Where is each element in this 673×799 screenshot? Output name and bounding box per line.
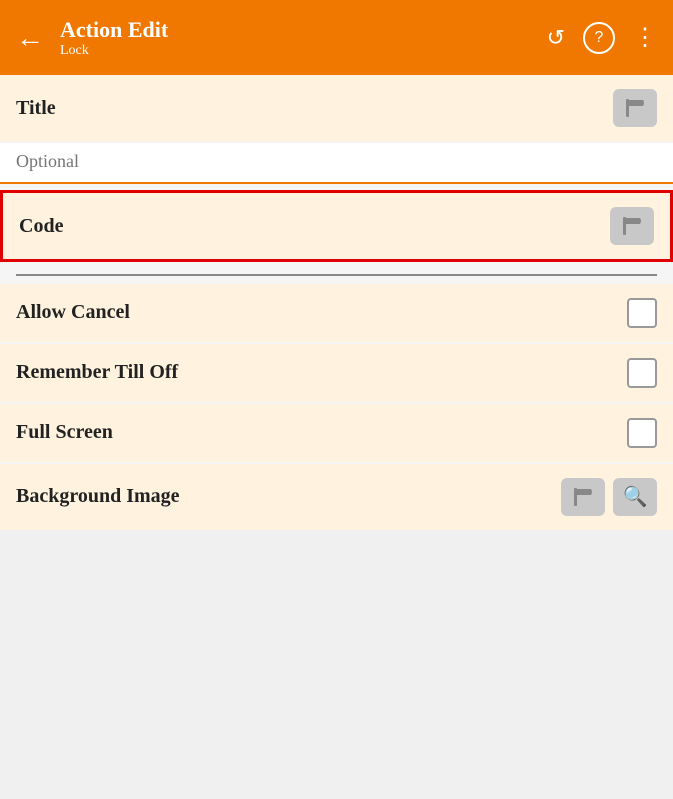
main-content: Title Code Allow Cancel Remember Till Of…: [0, 75, 673, 530]
flag-icon: [572, 487, 594, 507]
allow-cancel-label: Allow Cancel: [16, 301, 130, 324]
remember-till-off-label: Remember Till Off: [16, 361, 178, 384]
help-icon[interactable]: ?: [583, 22, 615, 54]
code-flag-button[interactable]: [610, 207, 654, 245]
title-field-row: Title: [0, 75, 673, 141]
full-screen-label: Full Screen: [16, 421, 113, 444]
allow-cancel-row: Allow Cancel: [0, 284, 673, 342]
page-subtitle: Lock: [60, 43, 535, 59]
flag-icon: [621, 216, 643, 236]
optional-input[interactable]: [16, 151, 657, 172]
flag-icon: [624, 98, 646, 118]
allow-cancel-checkbox[interactable]: [627, 298, 657, 328]
remember-till-off-row: Remember Till Off: [0, 344, 673, 402]
code-field-label: Code: [19, 215, 63, 238]
page-title: Action Edit: [60, 17, 535, 43]
full-screen-checkbox[interactable]: [627, 418, 657, 448]
header-title-group: Action Edit Lock: [60, 17, 535, 59]
background-image-label: Background Image: [16, 485, 180, 508]
reset-icon[interactable]: ↺: [547, 25, 565, 51]
background-image-actions: 🔍: [561, 478, 657, 516]
header-actions: ↺ ? ⋮: [547, 22, 657, 54]
search-icon: 🔍: [623, 484, 648, 509]
title-field-label: Title: [16, 97, 56, 120]
title-flag-button[interactable]: [613, 89, 657, 127]
optional-input-row[interactable]: [0, 143, 673, 184]
section-divider: [16, 274, 657, 276]
code-field-row: Code: [0, 190, 673, 262]
background-image-row: Background Image 🔍: [0, 464, 673, 530]
full-screen-row: Full Screen: [0, 404, 673, 462]
back-button[interactable]: ←: [16, 22, 44, 54]
background-image-search-button[interactable]: 🔍: [613, 478, 657, 516]
background-image-flag-button[interactable]: [561, 478, 605, 516]
app-header: ← Action Edit Lock ↺ ? ⋮: [0, 0, 673, 75]
remember-till-off-checkbox[interactable]: [627, 358, 657, 388]
more-options-icon[interactable]: ⋮: [633, 23, 657, 52]
